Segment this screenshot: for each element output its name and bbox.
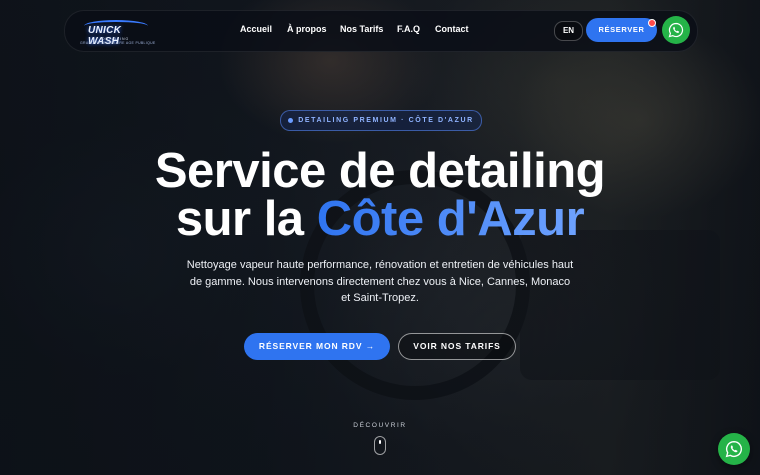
hero-badge: DETAILING PREMIUM · CÔTE D'AZUR	[280, 110, 482, 131]
nav-link-tarifs[interactable]: Nos Tarifs	[340, 24, 383, 34]
logo-tagline: GRAND PROPRIETAIRE AGE PUBLIQUE	[80, 41, 156, 45]
hero-title-plain: sur la	[175, 192, 317, 246]
hero-title-accent: Côte d'Azur	[316, 192, 585, 246]
nav-link-faq[interactable]: F.A.Q	[397, 24, 420, 34]
language-switch-button[interactable]: EN	[554, 21, 583, 41]
whatsapp-nav-button[interactable]	[662, 16, 690, 44]
reserve-button[interactable]: RÉSERVER	[586, 18, 657, 42]
book-appointment-label: RÉSERVER MON RDV	[258, 341, 363, 351]
arrow-right-icon: →	[365, 341, 376, 351]
whatsapp-floating-button[interactable]	[718, 433, 750, 465]
badge-dot-icon	[288, 117, 294, 123]
logo[interactable]: UNICK WASH DETAILING GRAND PROPRIETAIRE …	[80, 16, 155, 48]
badge-text: DETAILING PREMIUM · CÔTE D'AZUR	[298, 117, 474, 124]
nav-link-accueil[interactable]: Accueil	[240, 24, 272, 34]
hero-description: Nettoyage vapeur haute performance, réno…	[186, 259, 574, 304]
mouse-wheel-indicator	[379, 440, 381, 444]
scroll-label: DÉCOUVRIR	[353, 422, 407, 429]
hero-title-line2: sur la Côte d'Azur	[0, 193, 760, 245]
mouse-scroll-icon[interactable]	[374, 436, 386, 455]
nav-link-a-propos[interactable]: À propos	[287, 24, 327, 34]
book-appointment-button[interactable]: RÉSERVER MON RDV →	[244, 333, 390, 360]
nav-link-contact[interactable]: Contact	[435, 24, 469, 34]
notification-dot	[648, 19, 656, 27]
hero-title-line1: Service de detailing	[154, 144, 606, 198]
view-prices-button[interactable]: VOIR NOS TARIFS	[398, 333, 516, 360]
whatsapp-icon	[725, 440, 742, 458]
whatsapp-icon	[668, 22, 684, 38]
